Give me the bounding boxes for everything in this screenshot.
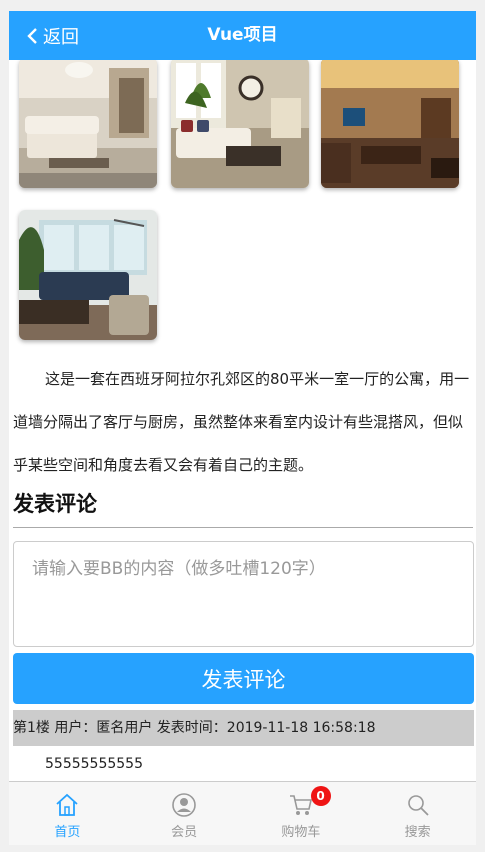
app-header: 返回 Vue项目 (9, 11, 476, 60)
tab-member[interactable]: 会员 (126, 782, 243, 845)
main-content: 这是一套在西班牙阿拉尔孔郊区的80平米一室一厅的公寓，用一道墙分隔出了客厅与厨房… (9, 60, 476, 780)
cart-icon (289, 795, 312, 815)
living-room-image (19, 60, 157, 188)
living-room-image (321, 60, 459, 188)
tab-search[interactable]: 搜索 (359, 782, 476, 845)
tab-home[interactable]: 首页 (9, 782, 126, 845)
comment-content: 55555555555 (45, 756, 143, 772)
gallery-thumbnail-2[interactable] (171, 60, 309, 188)
living-room-image (171, 60, 309, 188)
submit-comment-button[interactable]: 发表评论 (13, 653, 474, 704)
comment-input[interactable] (13, 541, 474, 647)
tab-cart[interactable]: 购物车 0 (243, 782, 360, 845)
tab-cart-label: 购物车 (281, 825, 321, 840)
search-icon (407, 795, 429, 816)
gallery-thumbnail-3[interactable] (321, 60, 459, 188)
cart-badge: 0 (310, 786, 331, 806)
user-icon (172, 793, 196, 817)
article-description: 这是一套在西班牙阿拉尔孔郊区的80平米一室一厅的公寓，用一道墙分隔出了客厅与厨房… (13, 370, 470, 474)
tab-home-label: 首页 (54, 825, 81, 840)
gallery-thumbnail-4[interactable] (19, 210, 157, 340)
home-icon (56, 793, 78, 816)
gallery-thumbnail-1[interactable] (19, 60, 157, 188)
bottom-tabbar: 首页 会员 购物车 0 搜索 (9, 781, 476, 845)
page-title: Vue项目 (207, 25, 278, 45)
comment-section-title: 发表评论 (13, 488, 473, 528)
comment-meta: 第1楼 用户：匿名用户 发表时间：2019-11-18 16:58:18 (13, 710, 474, 746)
living-room-image (19, 210, 157, 340)
tab-search-label: 搜索 (404, 825, 431, 840)
tab-member-label: 会员 (171, 825, 198, 840)
